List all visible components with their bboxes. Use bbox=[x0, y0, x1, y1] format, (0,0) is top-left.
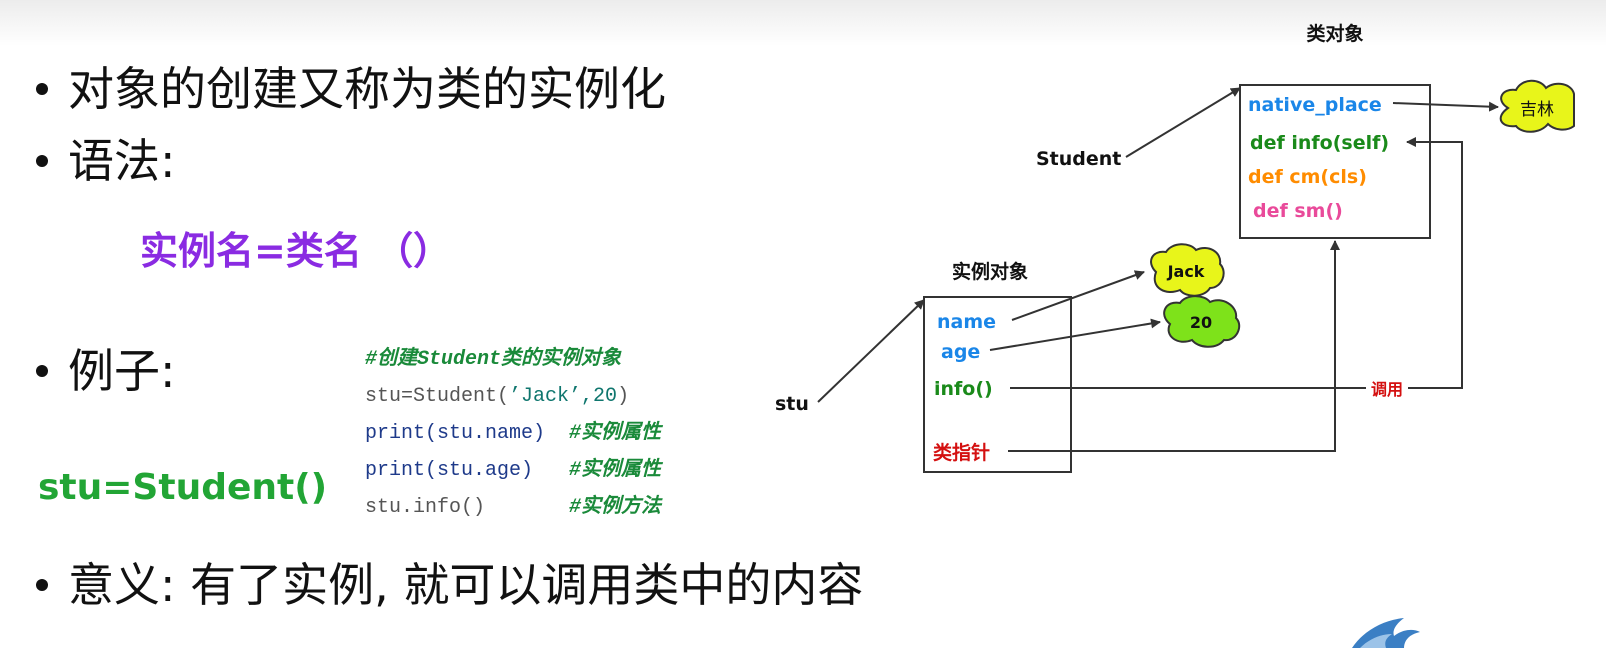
logo-mark bbox=[1352, 618, 1420, 648]
instance-member-name: name bbox=[937, 311, 996, 333]
instance-member-class-pointer: 类指针 bbox=[933, 441, 990, 464]
class-member-native-place: native_place bbox=[1248, 94, 1382, 116]
class-box-title: 类对象 bbox=[1306, 22, 1363, 45]
stu-label: stu bbox=[775, 393, 809, 415]
class-member-sm: def sm() bbox=[1253, 200, 1343, 222]
call-label: 调用 bbox=[1371, 380, 1403, 399]
instance-member-info: info() bbox=[934, 378, 993, 400]
jack-cloud-label: Jack bbox=[1167, 262, 1205, 281]
instance-box-title: 实例对象 bbox=[952, 260, 1028, 283]
student-label: Student bbox=[1036, 148, 1121, 170]
age-cloud-label: 20 bbox=[1190, 313, 1212, 332]
class-instance-diagram: 类对象 native_place def info(self) def cm(c… bbox=[775, 22, 1575, 473]
student-arrow bbox=[1125, 87, 1241, 158]
stu-arrow bbox=[817, 299, 925, 403]
instance-member-age: age bbox=[941, 341, 980, 363]
jilin-cloud-label: 吉林 bbox=[1520, 100, 1554, 120]
class-member-cm: def cm(cls) bbox=[1248, 166, 1367, 188]
class-member-info: def info(self) bbox=[1250, 132, 1389, 154]
